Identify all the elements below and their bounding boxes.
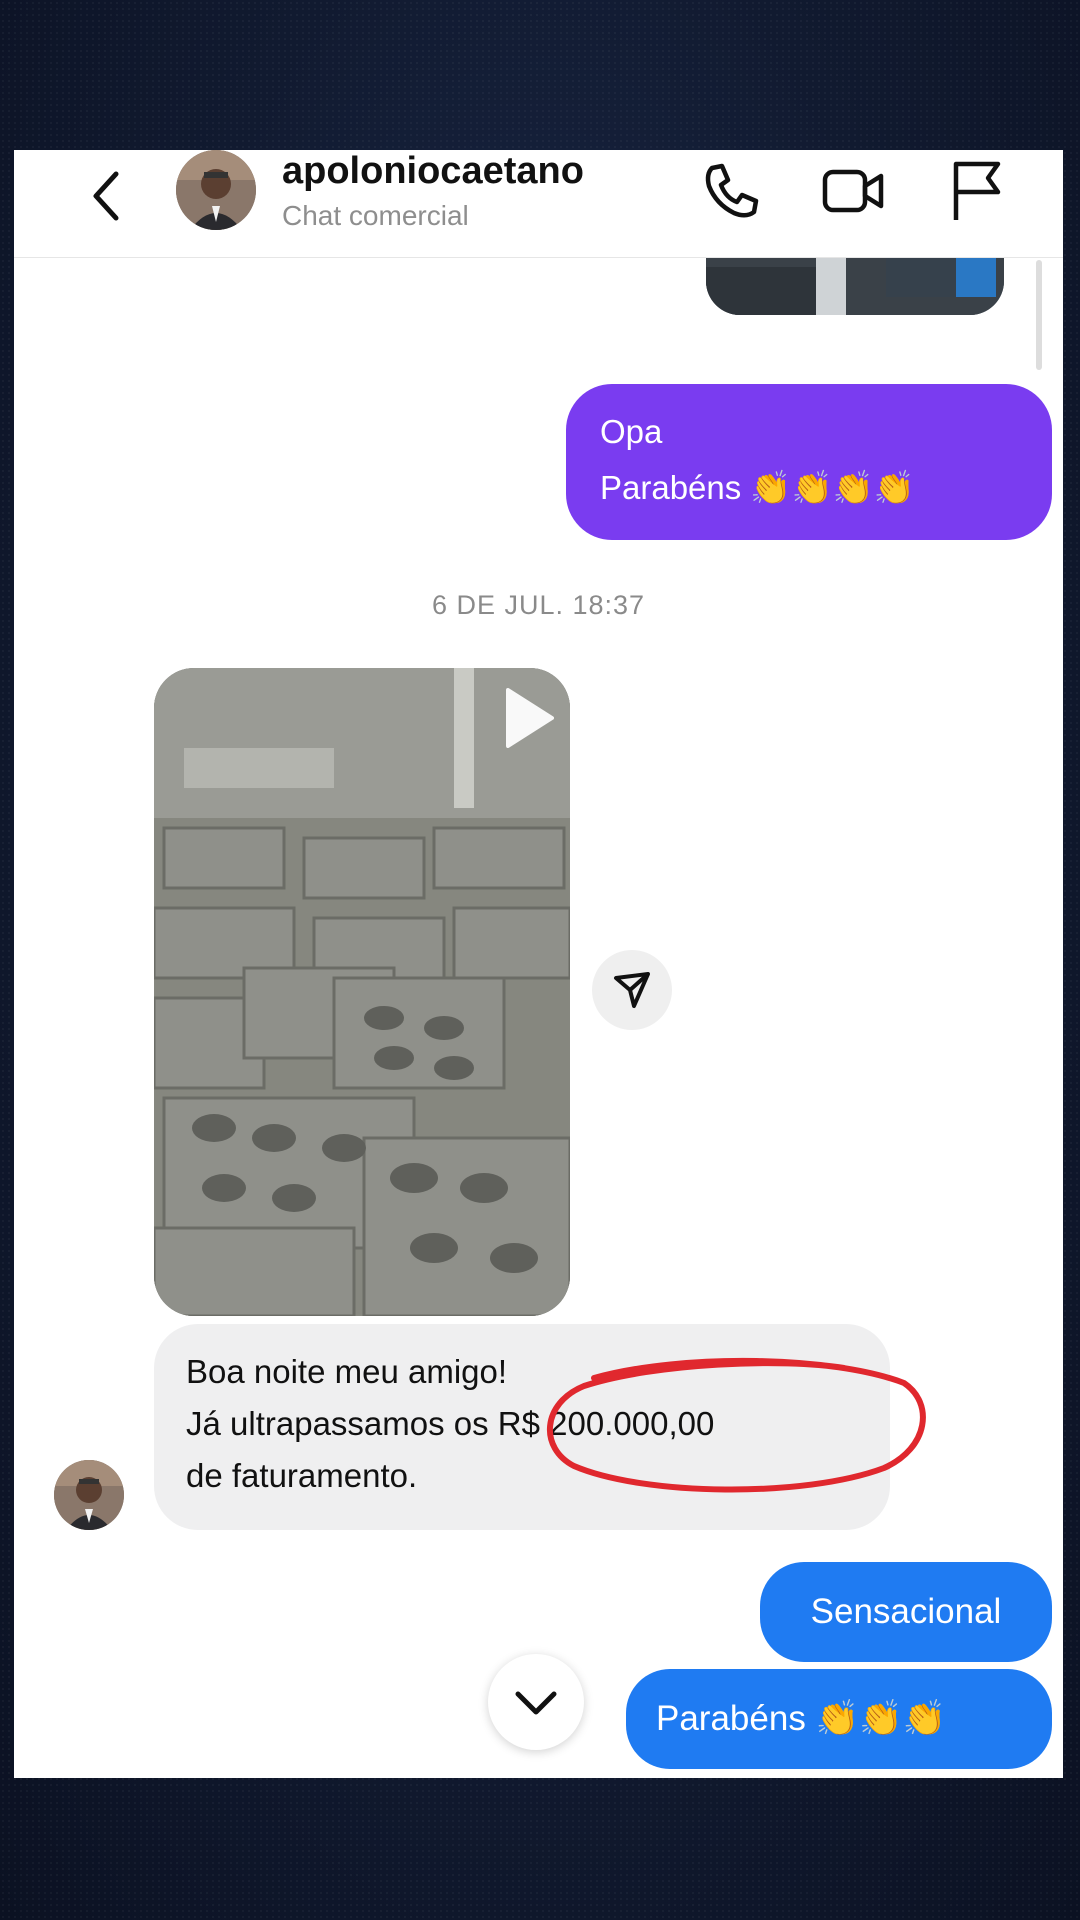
message-text: Sensacional <box>810 1592 1002 1631</box>
message-text: Opa <box>600 413 663 450</box>
message-text: de faturamento. <box>186 1457 418 1494</box>
call-button[interactable] <box>696 156 766 226</box>
paper-plane-icon <box>614 972 650 1008</box>
timestamp-divider: 6 DE JUL. 18:37 <box>431 590 646 620</box>
scroll-to-bottom-button[interactable] <box>488 1654 584 1750</box>
message-text: Parabéns 👏👏👏 <box>656 1699 947 1738</box>
chat-type-label: Chat comercial <box>282 200 469 231</box>
play-icon <box>506 688 554 748</box>
message-text: Boa noite meu amigo! <box>186 1353 508 1390</box>
sender-avatar[interactable] <box>54 1460 124 1530</box>
chat-screen: apoloniocaetano Chat comercial Opa Parab… <box>14 150 1063 1778</box>
video-thumbnail <box>154 668 570 1316</box>
message-text: Parabéns 👏👏👏👏 <box>600 469 915 506</box>
report-button[interactable] <box>942 156 1012 226</box>
sent-message-bubble[interactable]: Parabéns 👏👏👏 <box>626 1669 1052 1769</box>
video-message[interactable] <box>154 668 570 1316</box>
chevron-down-icon <box>515 1691 557 1715</box>
contact-username[interactable]: apoloniocaetano <box>282 150 584 193</box>
contact-avatar[interactable] <box>176 150 256 230</box>
scrollbar[interactable] <box>1036 260 1042 370</box>
video-call-icon <box>822 169 884 213</box>
chat-header: apoloniocaetano Chat comercial <box>14 150 1063 258</box>
back-button[interactable] <box>76 160 136 230</box>
video-call-button[interactable] <box>819 156 889 226</box>
received-message-bubble[interactable]: Boa noite meu amigo! Já ultrapassamos os… <box>154 1324 890 1530</box>
back-icon <box>93 171 119 221</box>
sent-message-bubble[interactable]: Opa Parabéns 👏👏👏👏 <box>566 384 1052 540</box>
flag-icon <box>953 161 1001 220</box>
message-text: Já ultrapassamos os R$ 200.000,00 <box>186 1405 715 1442</box>
play-button[interactable] <box>500 686 556 750</box>
sent-message-bubble[interactable]: Sensacional <box>760 1562 1052 1662</box>
phone-icon <box>705 163 759 218</box>
share-button[interactable] <box>592 950 672 1030</box>
